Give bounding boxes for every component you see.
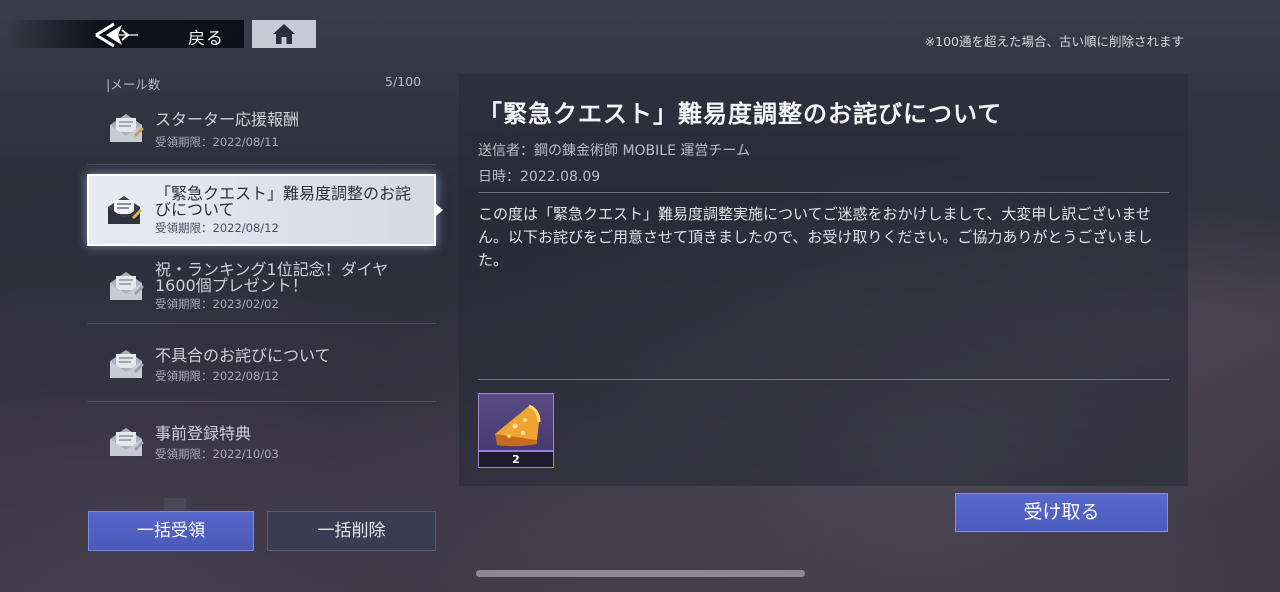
home-button[interactable] xyxy=(252,20,316,48)
mail-detail-panel xyxy=(459,74,1188,486)
mail-count-value: 5/100 xyxy=(385,74,422,89)
mail-title: 事前登録特典 xyxy=(155,424,252,443)
mail-item[interactable]: 不具合のお詫びについて 受領期限：2022/08/12 xyxy=(87,324,436,402)
mail-deadline: 受領期限：2022/08/11 xyxy=(155,135,279,149)
reward-quantity: 2 xyxy=(512,453,520,466)
bulk-receive-button[interactable]: 一括受領 xyxy=(88,511,254,551)
open-envelope-icon xyxy=(110,428,145,456)
open-envelope-icon xyxy=(110,272,145,300)
mail-item[interactable]: 事前登録特典 受領期限：2022/10/03 xyxy=(87,402,436,480)
mail-title: スターター応援報酬 xyxy=(155,110,300,129)
back-arrow-icon xyxy=(95,22,138,48)
back-label: 戻る xyxy=(188,29,224,49)
mail-sender: 送信者：鋼の錬金術師 MOBILE 運営チーム xyxy=(478,143,750,159)
detail-divider-bottom xyxy=(478,379,1169,380)
deletion-notice: ※100通を超えた場合、古い順に削除されます xyxy=(924,34,1184,49)
selection-pointer xyxy=(436,204,443,216)
open-envelope-icon xyxy=(108,196,143,224)
bulk-delete-button[interactable]: 一括削除 xyxy=(267,511,436,551)
open-envelope-icon xyxy=(110,350,145,378)
mail-item[interactable]: 祝・ランキング1位記念！ダイヤ1600個プレゼント！ 受領期限：2023/02/… xyxy=(87,250,436,324)
mail-deadline: 受領期限：2022/08/12 xyxy=(155,369,279,383)
mail-deadline: 受領期限：2023/02/02 xyxy=(155,297,279,311)
back-button[interactable]: 戻る xyxy=(12,20,244,49)
mail-title: 不具合のお詫びについて xyxy=(155,346,331,365)
mail-item-selected[interactable]: 「緊急クエスト」難易度調整のお詫びについて 受領期限：2022/08/12 xyxy=(87,174,436,246)
mail-title: 「緊急クエスト」難易度調整のお詫びについて xyxy=(155,184,412,219)
cake-slice-icon xyxy=(495,404,541,447)
detail-divider-top xyxy=(478,192,1169,193)
mail-detail-title: 「緊急クエスト」難易度調整のお詫びについて xyxy=(478,99,1003,128)
mail-deadline: 受領期限：2022/08/12 xyxy=(155,221,279,235)
mail-item[interactable]: スターター応援報酬 受領期限：2022/08/11 xyxy=(87,90,436,165)
mail-date: 日時：2022.08.09 xyxy=(478,169,601,185)
home-indicator[interactable] xyxy=(476,570,805,577)
mail-list: スターター応援報酬 受領期限：2022/08/11 「緊急クエスト」難易度調整の… xyxy=(87,90,436,490)
mail-body: この度は「緊急クエスト」難易度調整実施についてご迷惑をおかけしまして、大変申し訳… xyxy=(478,205,1153,269)
home-icon xyxy=(273,24,295,44)
mail-deadline: 受領期限：2022/10/03 xyxy=(155,447,279,461)
open-envelope-icon xyxy=(110,114,145,142)
receive-button[interactable]: 受け取る xyxy=(955,493,1168,532)
mail-title: 祝・ランキング1位記念！ダイヤ1600個プレゼント！ xyxy=(155,260,389,295)
top-bar: 戻る ※100通を超えた場合、古い順に削除されます xyxy=(0,0,1280,60)
reward-item[interactable]: 2 xyxy=(478,393,554,468)
